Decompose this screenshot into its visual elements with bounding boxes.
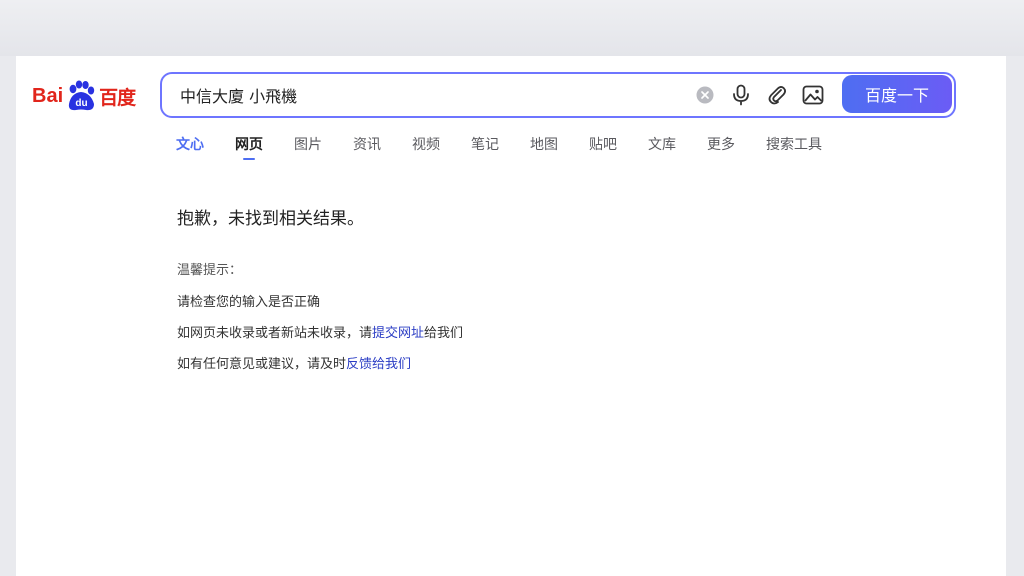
window-top-band	[0, 0, 1024, 56]
tab-images[interactable]: 图片	[294, 134, 322, 164]
tip-submit-url-prefix: 如网页未收录或者新站未收录，请	[177, 326, 373, 341]
tip-submit-url: 如网页未收录或者新站未收录，请提交网址给我们	[177, 322, 463, 341]
search-results-page: Bai du 百度 百度一下 文	[16, 56, 1006, 576]
attachment-icon[interactable]	[766, 84, 788, 106]
tab-maps[interactable]: 地图	[530, 134, 558, 164]
tab-videos[interactable]: 视频	[412, 134, 440, 164]
search-box: 百度一下	[160, 72, 956, 118]
image-search-icon[interactable]	[802, 84, 824, 106]
search-tabs: 文心 网页 图片 资讯 视频 笔记 地图 贴吧 文库 更多 搜索工具	[176, 134, 853, 164]
clear-icon[interactable]	[694, 84, 716, 106]
tip-submit-url-suffix: 给我们	[424, 326, 464, 341]
feedback-link[interactable]: 反馈给我们	[346, 357, 411, 372]
tab-more[interactable]: 更多	[707, 134, 735, 164]
tab-web[interactable]: 网页	[235, 134, 263, 164]
tab-wenxin[interactable]: 文心	[176, 134, 204, 164]
tab-news[interactable]: 资讯	[353, 134, 381, 164]
tip-feedback: 如有任何意见或建议，请及时反馈给我们	[177, 353, 463, 372]
submit-url-link[interactable]: 提交网址	[372, 326, 424, 341]
baidu-logo[interactable]: Bai du 百度	[32, 76, 136, 116]
logo-text-latin: Bai	[32, 84, 64, 107]
paw-icon: du	[69, 80, 95, 111]
no-result-heading: 抱歉，未找到相关结果。	[177, 209, 364, 229]
search-tools	[694, 74, 824, 116]
search-input[interactable]	[178, 79, 682, 111]
logo-text-chinese: 百度	[99, 86, 136, 109]
tip-feedback-prefix: 如有任何意见或建议，请及时	[177, 357, 347, 372]
microphone-icon[interactable]	[730, 84, 752, 106]
tip-check-input: 请检查您的输入是否正确	[177, 295, 321, 310]
tab-wenku[interactable]: 文库	[648, 134, 676, 164]
tab-notes[interactable]: 笔记	[471, 134, 499, 164]
no-result-panel: 抱歉，未找到相关结果。 温馨提示： 请检查您的输入是否正确 如网页未收录或者新站…	[177, 204, 463, 384]
tab-search-tools[interactable]: 搜索工具	[766, 134, 822, 164]
tab-tieba[interactable]: 贴吧	[589, 134, 617, 164]
logo-paw-text: du	[76, 98, 88, 109]
search-button[interactable]: 百度一下	[842, 75, 952, 113]
tips-title: 温馨提示：	[177, 263, 243, 278]
